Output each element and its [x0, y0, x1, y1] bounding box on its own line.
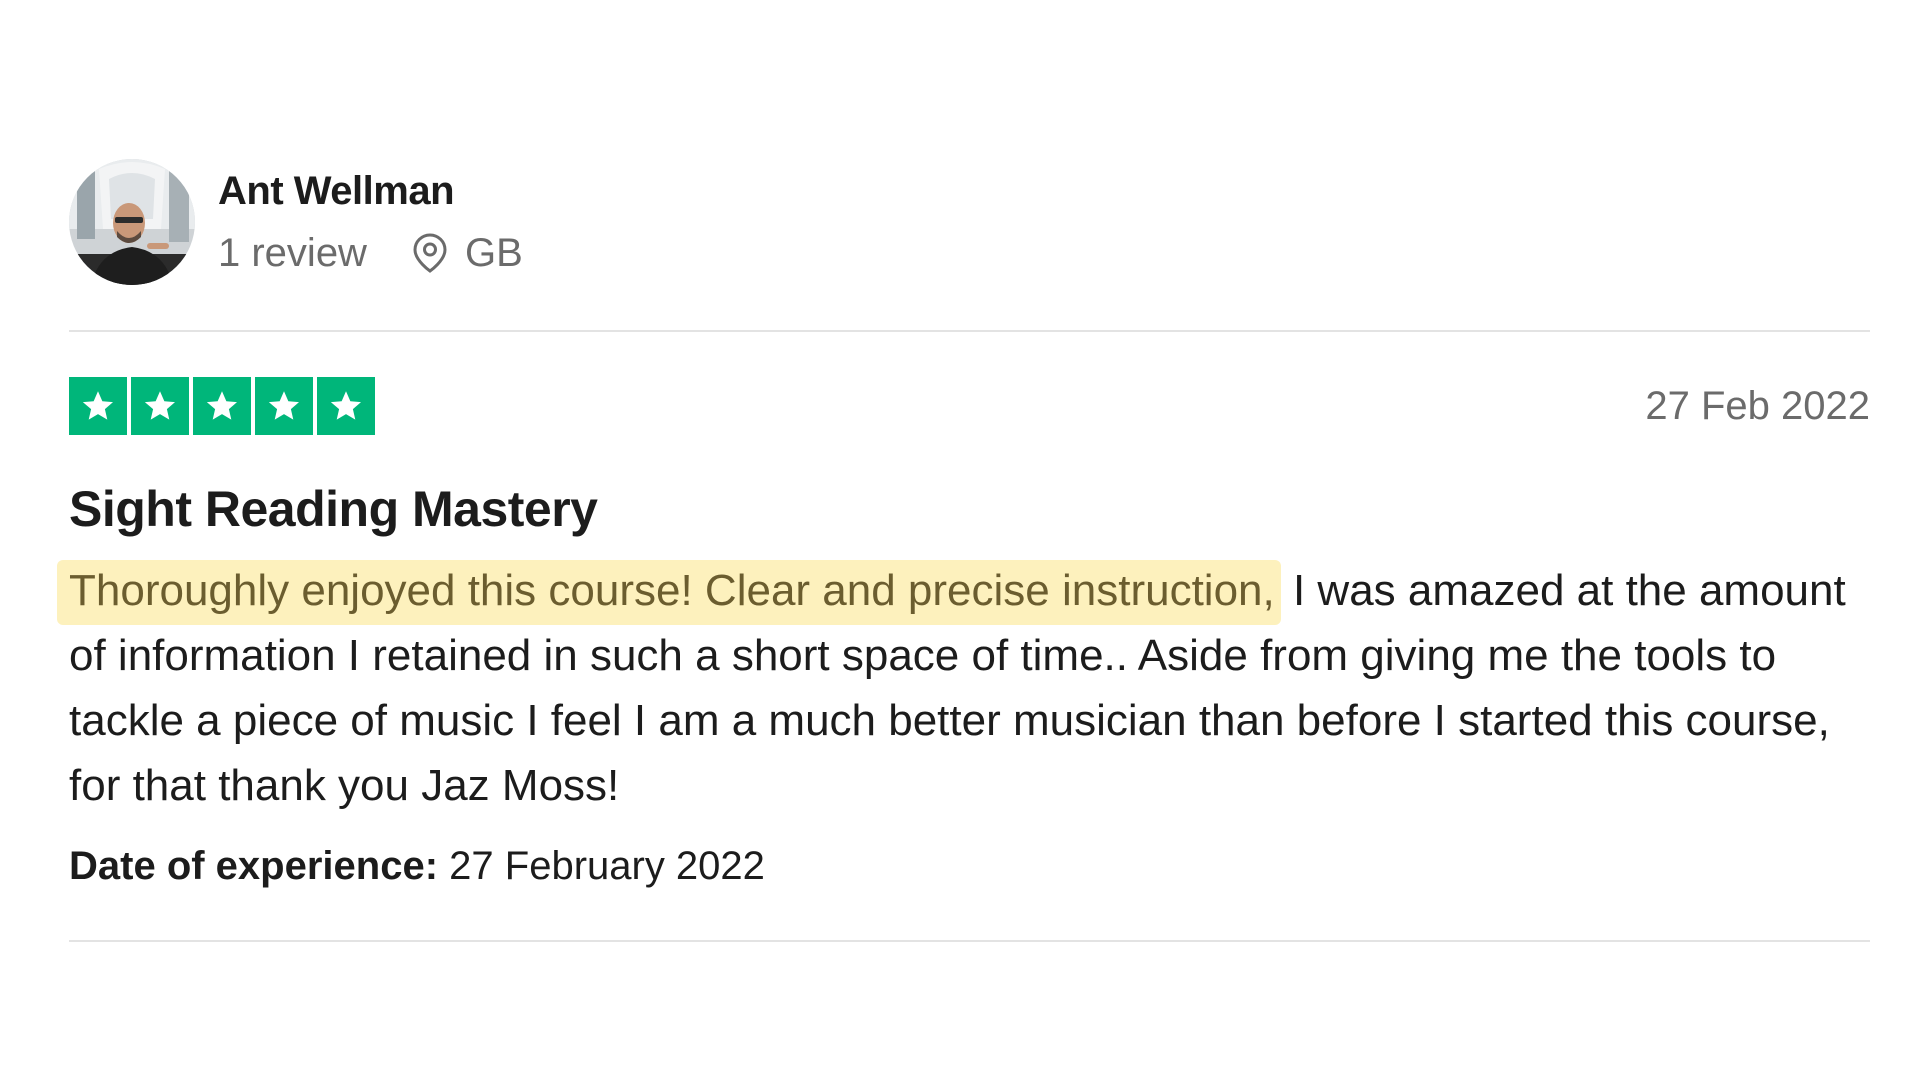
star-icon [131, 377, 189, 435]
review-date: 27 Feb 2022 [1645, 383, 1870, 428]
review-body: Thoroughly enjoyed this course! Clear an… [57, 558, 1870, 818]
author-location: GB [464, 231, 523, 275]
map-pin-icon [413, 233, 447, 273]
review-count: 1 review [218, 231, 367, 275]
divider [69, 330, 1870, 332]
star-icon [69, 377, 127, 435]
star-rating [69, 377, 375, 435]
date-of-experience: Date of experience: 27 February 2022 [69, 836, 1870, 896]
star-icon [193, 377, 251, 435]
experience-label: Date of experience: [69, 844, 439, 888]
author-info: Ant Wellman 1 review GB [218, 167, 523, 277]
divider [69, 940, 1870, 942]
author-header: Ant Wellman 1 review GB [69, 158, 1870, 286]
author-meta: 1 review GB [218, 229, 523, 277]
star-icon [255, 377, 313, 435]
experience-date: 27 February 2022 [449, 844, 765, 888]
avatar-photo-icon [69, 159, 195, 285]
review-title[interactable]: Sight Reading Mastery [69, 477, 1870, 541]
avatar[interactable] [69, 159, 195, 285]
review-highlight: Thoroughly enjoyed this course! Clear an… [57, 560, 1281, 625]
review-card: Ant Wellman 1 review GB 27 Feb 2022 Sigh… [57, 158, 1870, 942]
star-icon [317, 377, 375, 435]
rating-row: 27 Feb 2022 [69, 377, 1870, 435]
author-name[interactable]: Ant Wellman [218, 167, 523, 215]
